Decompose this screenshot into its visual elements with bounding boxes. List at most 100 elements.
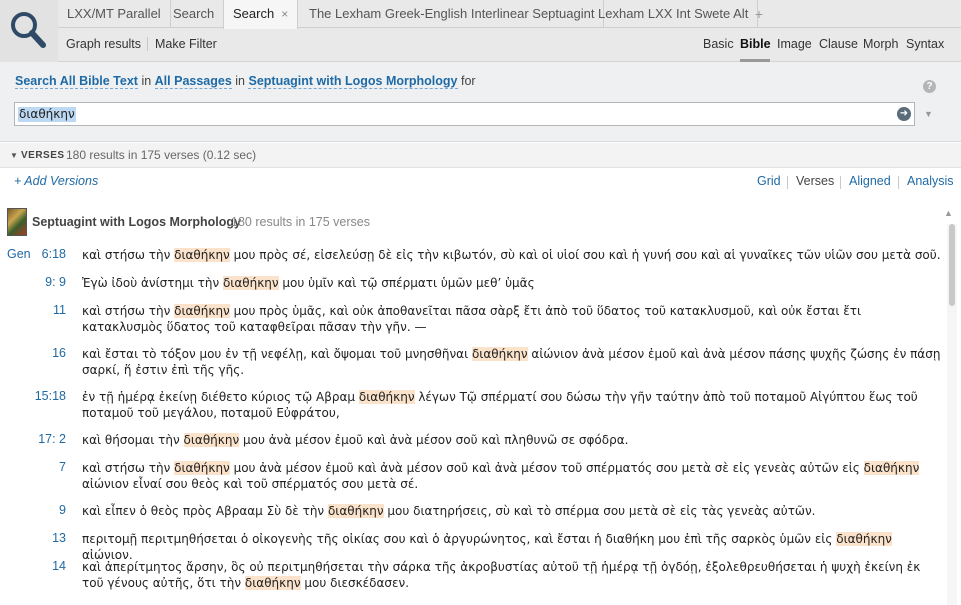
verse-text: καὶ στήσω τὴν διαθήκην μου πρὸς ὑμᾶς, κα… — [82, 303, 944, 335]
tab-strip: LXX/MT Parallel Search Search × The Lexha… — [58, 0, 961, 29]
verse-text-segment: καὶ ἀπερίτμητος ἄρσην, ὃς οὐ περιτμηθήσε… — [82, 560, 921, 590]
verse-text-segment: Ἐγὼ ἰδοὺ ἀνίστημι τὴν — [82, 276, 223, 290]
verse-reference-link[interactable]: 13 — [0, 531, 66, 545]
tab-label: Search — [233, 6, 275, 21]
verse-text: καὶ στήσω τὴν διαθήκην μου πρὸς σέ, εἰσε… — [82, 247, 944, 263]
search-panel-icon — [0, 0, 58, 62]
tab-lexham-lxx-swete[interactable]: Lexham LXX Int Swete Alt — [589, 0, 759, 28]
search-hit[interactable]: διαθήκην — [183, 433, 240, 447]
verse-text-segment: μου ὑμῖν καὶ τῷ σπέρματι ὑμῶν μεθ’ ὑμᾶς — [278, 276, 535, 290]
add-tab-icon[interactable]: + — [748, 0, 770, 28]
graph-results-button[interactable]: Graph results — [66, 37, 141, 51]
divider — [147, 37, 148, 51]
resource-title[interactable]: Septuagint with Logos Morphology — [32, 215, 241, 229]
search-hit[interactable]: διαθήκην — [174, 461, 230, 475]
results-count: 180 results in 175 verses (0.12 sec) — [66, 148, 257, 162]
verse-reference-link[interactable]: 17: 2 — [0, 432, 66, 446]
arrow-right-circle-icon[interactable]: ➜ — [897, 107, 911, 121]
search-input-value: διαθήκην — [18, 107, 76, 122]
mode-syntax[interactable]: Syntax — [906, 37, 944, 51]
close-icon[interactable]: × — [281, 7, 288, 21]
verse-text: καὶ στήσω τὴν διαθήκην μου ἀνὰ μέσον ἐμο… — [82, 460, 944, 492]
make-filter-button[interactable]: Make Filter — [155, 37, 217, 51]
verse-reference-link[interactable]: 9: 9 — [0, 275, 66, 289]
verse-reference-link[interactable]: 7 — [0, 460, 66, 474]
mode-clause[interactable]: Clause — [819, 37, 858, 51]
search-scope-text: in — [137, 74, 155, 88]
verse-text: καὶ ἀπερίτμητος ἄρσην, ὃς οὐ περιτμηθήσε… — [82, 559, 944, 591]
search-hit[interactable]: διαθήκην — [863, 461, 920, 475]
mode-morph[interactable]: Morph — [863, 37, 898, 51]
vertical-scrollbar[interactable] — [947, 224, 957, 605]
tab-search-active[interactable]: Search × — [223, 0, 299, 29]
search-hit[interactable]: διαθήκην — [327, 504, 384, 518]
search-type-link[interactable]: Search All Bible Text — [15, 74, 138, 89]
verse-text-segment: ἐν τῇ ἡμέρᾳ ἐκείνῃ διέθετο κύριος τῷ Αβρ… — [82, 390, 359, 404]
tab-label: Search — [173, 6, 215, 21]
divider — [840, 176, 841, 189]
verse-text-segment: μου πρὸς σέ, εἰσελεύσῃ δὲ εἰς τὴν κιβωτό… — [229, 248, 941, 262]
verse-text-segment: καὶ εἶπεν ὁ θεὸς πρὸς Αβρααμ Σὺ δὲ τὴν — [82, 504, 328, 518]
scrollbar-thumb[interactable] — [949, 224, 955, 306]
divider — [898, 176, 899, 189]
view-grid[interactable]: Grid — [757, 174, 781, 188]
verse-text-segment: καὶ ἔσται τὸ τόξον μου ἐν τῇ νεφέλῃ, καὶ… — [82, 347, 472, 361]
verse-text-segment: καὶ θήσομαι τὴν — [82, 433, 184, 447]
search-input[interactable]: διαθήκην ➜ — [14, 102, 915, 126]
verse-reference-link[interactable]: 15:18 — [0, 389, 66, 403]
tab-label: LXX/MT Parallel — [67, 6, 161, 21]
search-hit[interactable]: διαθήκην — [174, 248, 230, 262]
resource-link[interactable]: Septuagint with Logos Morphology — [248, 74, 458, 89]
chevron-down-icon[interactable]: ▼ — [924, 109, 933, 119]
mode-basic[interactable]: Basic — [703, 37, 734, 51]
verse-text-segment: καὶ στήσω τὴν — [82, 248, 175, 262]
collapse-triangle-icon[interactable]: ▼ — [10, 151, 18, 160]
verse-list: Gen 6:18 καὶ στήσω τὴν διαθήκην μου πρὸς σ… — [0, 239, 947, 605]
resource-result-count: 180 results in 175 verses — [231, 215, 370, 229]
help-icon[interactable]: ? — [923, 80, 936, 93]
passages-link[interactable]: All Passages — [154, 74, 232, 89]
add-versions-button[interactable]: + Add Versions — [14, 174, 98, 188]
search-hit[interactable]: διαθήκην — [358, 390, 415, 404]
verse-reference-link[interactable]: 9 — [0, 503, 66, 517]
search-scope-text: in — [231, 74, 249, 88]
search-hit[interactable]: διαθήκην — [174, 304, 230, 318]
verse-text: καὶ ἔσται τὸ τόξον μου ἐν τῇ νεφέλῃ, καὶ… — [82, 346, 944, 378]
search-definition-panel: Search All Bible Text in All Passages in… — [0, 62, 961, 142]
verse-text-segment: αἰώνιον εἶναί σου θεὸς καὶ τοῦ σπέρματός… — [82, 477, 419, 491]
verse-reference-link[interactable]: 16 — [0, 346, 66, 360]
search-hit[interactable]: διαθήκην — [836, 532, 892, 546]
tab-label: Lexham LXX Int Swete Alt — [598, 6, 749, 21]
chevron-up-icon[interactable]: ▲ — [944, 208, 953, 218]
verse-text: καὶ θήσομαι τὴν διαθήκην μου ἀνὰ μέσον ἐ… — [82, 432, 944, 448]
search-hit[interactable]: διαθήκην — [244, 576, 301, 590]
tab-lxx-mt-parallel[interactable]: LXX/MT Parallel — [58, 0, 171, 28]
results-header: ▼ VERSES 180 results in 175 verses (0.12… — [0, 143, 961, 168]
search-scope-text: for — [457, 74, 476, 88]
view-verses[interactable]: Verses — [796, 174, 834, 188]
search-hit[interactable]: διαθήκην — [471, 347, 528, 361]
top-toolbar: LXX/MT Parallel Search Search × The Lexha… — [0, 0, 961, 62]
verse-text-segment: μου ἀνὰ μέσον ἐμοῦ καὶ ἀνὰ μέσον σοῦ καὶ… — [229, 461, 864, 475]
tab-label: The Lexham Greek-English Interlinear Sep… — [309, 6, 595, 21]
divider — [787, 176, 788, 189]
mode-bible[interactable]: Bible — [740, 37, 771, 51]
search-scope-line: Search All Bible Text in All Passages in… — [15, 74, 476, 89]
tab-search-1[interactable]: Search — [164, 0, 225, 28]
sub-toolbar: Graph results Make Filter Basic Bible Im… — [58, 29, 961, 62]
verse-reference-link[interactable]: 6:18 — [0, 247, 66, 261]
view-analysis[interactable]: Analysis — [907, 174, 954, 188]
resource-header: Septuagint with Logos Morphology 180 res… — [0, 205, 961, 239]
results-section-label: VERSES — [21, 150, 65, 161]
view-aligned[interactable]: Aligned — [849, 174, 891, 188]
verse-reference-link[interactable]: 11 — [0, 303, 66, 317]
versions-row: + Add Versions Grid Verses Aligned Analy… — [0, 168, 961, 194]
mode-image[interactable]: Image — [777, 37, 812, 51]
resource-cover-icon — [7, 208, 27, 236]
tab-lexham-interlinear[interactable]: The Lexham Greek-English Interlinear Sep… — [300, 0, 605, 28]
verse-text: ἐν τῇ ἡμέρᾳ ἐκείνῃ διέθετο κύριος τῷ Αβρ… — [82, 389, 944, 421]
verse-text-segment: περιτομῇ περιτμηθήσεται ὁ οἰκογενὴς τῆς … — [82, 532, 837, 546]
verse-text-segment: καὶ στήσω τὴν — [82, 304, 175, 318]
search-hit[interactable]: διαθήκην — [222, 276, 279, 290]
verse-reference-link[interactable]: 14 — [0, 559, 66, 573]
